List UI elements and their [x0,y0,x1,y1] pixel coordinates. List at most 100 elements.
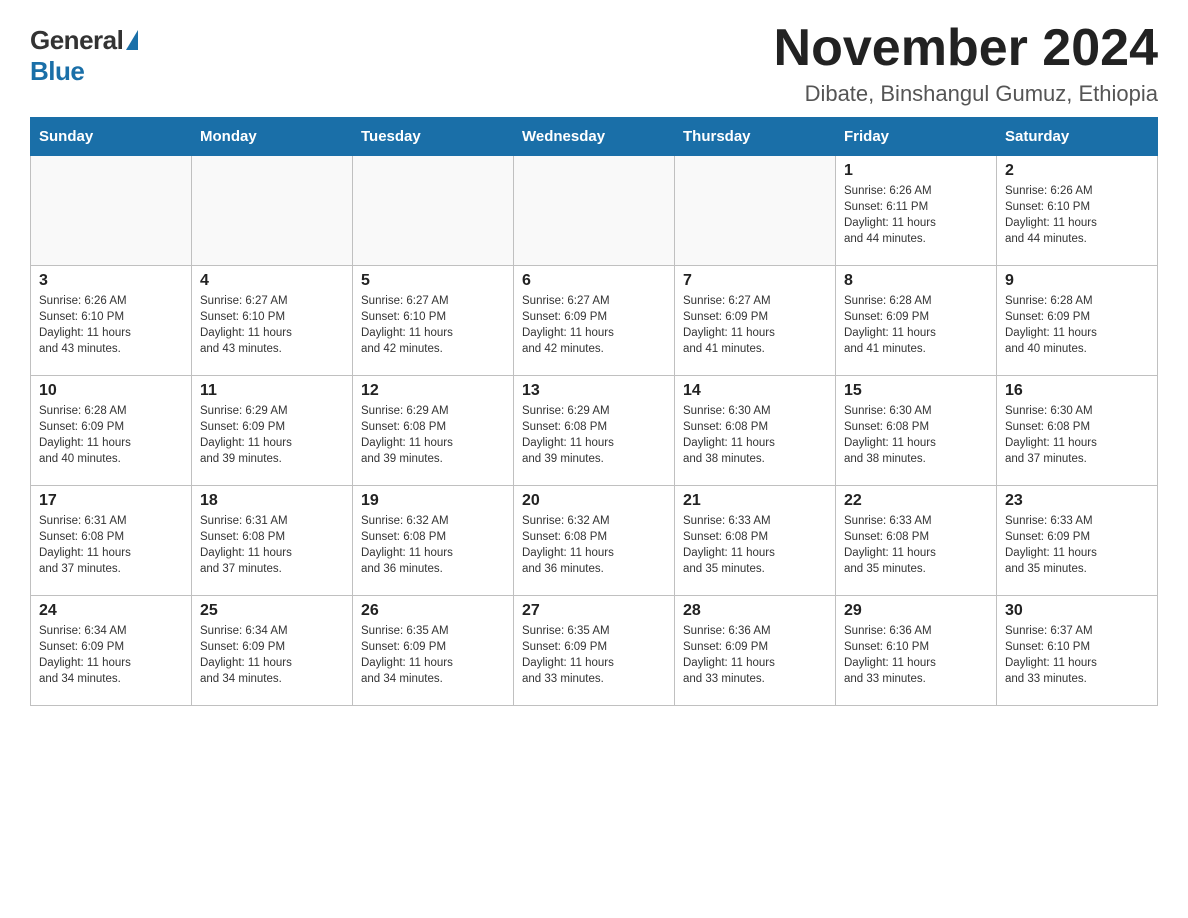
calendar-cell: 23Sunrise: 6:33 AM Sunset: 6:09 PM Dayli… [997,486,1158,596]
day-info: Sunrise: 6:28 AM Sunset: 6:09 PM Dayligh… [39,403,183,467]
logo: General Blue [30,20,138,87]
calendar-header-wednesday: Wednesday [514,118,675,156]
calendar-cell: 25 Sunrise: 6:34 AM Sunset: 6:09 PM Dayli… [192,596,353,706]
calendar-week-row: 10 Sunrise: 6:28 AM Sunset: 6:09 PM Dayli… [31,376,1158,486]
calendar-week-row: 24 Sunrise: 6:34 AM Sunset: 6:09 PM Dayli… [31,596,1158,706]
calendar-header-monday: Monday [192,118,353,156]
day-number: 2 [1005,162,1149,180]
day-info: Sunrise: 6:36 AM Sunset: 6:09 PM Dayligh… [683,623,827,687]
calendar-header-thursday: Thursday [675,118,836,156]
calendar-header-sunday: Sunday [31,118,192,156]
calendar-cell: 21 Sunrise: 6:33 AM Sunset: 6:08 PM Dayli… [675,486,836,596]
day-info: Sunrise: 6:30 AM Sunset: 6:08 PM Dayligh… [1005,403,1149,467]
calendar-cell: 4Sunrise: 6:27 AM Sunset: 6:10 PM Daylig… [192,266,353,376]
day-info: Sunrise: 6:28 AM Sunset: 6:09 PM Dayligh… [844,293,988,357]
day-number: 28 [683,602,827,620]
day-number: 11 [200,382,344,400]
calendar-cell [31,156,192,266]
calendar-cell: 6 Sunrise: 6:27 AM Sunset: 6:09 PM Daylig… [514,266,675,376]
calendar-cell: 12 Sunrise: 6:29 AM Sunset: 6:08 PM Dayli… [353,376,514,486]
day-info: Sunrise: 6:33 AM Sunset: 6:08 PM Dayligh… [683,513,827,577]
day-info: Sunrise: 6:29 AM Sunset: 6:08 PM Dayligh… [361,403,505,467]
calendar-cell: 7 Sunrise: 6:27 AM Sunset: 6:09 PM Daylig… [675,266,836,376]
calendar-week-row: 17 Sunrise: 6:31 AM Sunset: 6:08 PM Dayli… [31,486,1158,596]
day-info: Sunrise: 6:27 AM Sunset: 6:09 PM Dayligh… [683,293,827,357]
calendar-cell: 8 Sunrise: 6:28 AM Sunset: 6:09 PM Daylig… [836,266,997,376]
calendar-header-row: SundayMondayTuesdayWednesdayThursdayFrid… [31,118,1158,156]
calendar-cell: 16Sunrise: 6:30 AM Sunset: 6:08 PM Dayli… [997,376,1158,486]
day-info: Sunrise: 6:30 AM Sunset: 6:08 PM Dayligh… [844,403,988,467]
calendar-cell [192,156,353,266]
day-info: Sunrise: 6:26 AM Sunset: 6:10 PM Dayligh… [39,293,183,357]
day-number: 24 [39,602,183,620]
day-info: Sunrise: 6:27 AM Sunset: 6:10 PM Dayligh… [200,293,344,357]
calendar-cell: 14 Sunrise: 6:30 AM Sunset: 6:08 PM Dayli… [675,376,836,486]
day-number: 8 [844,272,988,290]
day-info: Sunrise: 6:30 AM Sunset: 6:08 PM Dayligh… [683,403,827,467]
calendar-cell: 9Sunrise: 6:28 AM Sunset: 6:09 PM Daylig… [997,266,1158,376]
day-number: 18 [200,492,344,510]
day-number: 3 [39,272,183,290]
calendar-title: November 2024 [774,20,1158,77]
logo-blue-text: Blue [30,56,84,87]
day-number: 19 [361,492,505,510]
day-info: Sunrise: 6:26 AM Sunset: 6:10 PM Dayligh… [1005,183,1149,247]
day-number: 17 [39,492,183,510]
day-info: Sunrise: 6:35 AM Sunset: 6:09 PM Dayligh… [522,623,666,687]
calendar-cell: 18 Sunrise: 6:31 AM Sunset: 6:08 PM Dayli… [192,486,353,596]
day-number: 29 [844,602,988,620]
day-info: Sunrise: 6:37 AM Sunset: 6:10 PM Dayligh… [1005,623,1149,687]
calendar-cell: 10 Sunrise: 6:28 AM Sunset: 6:09 PM Dayli… [31,376,192,486]
calendar-cell: 3 Sunrise: 6:26 AM Sunset: 6:10 PM Daylig… [31,266,192,376]
calendar-cell: 28 Sunrise: 6:36 AM Sunset: 6:09 PM Dayli… [675,596,836,706]
calendar-cell: 30 Sunrise: 6:37 AM Sunset: 6:10 PM Dayli… [997,596,1158,706]
calendar-cell: 2 Sunrise: 6:26 AM Sunset: 6:10 PM Daylig… [997,156,1158,266]
day-number: 6 [522,272,666,290]
day-info: Sunrise: 6:27 AM Sunset: 6:10 PM Dayligh… [361,293,505,357]
day-info: Sunrise: 6:27 AM Sunset: 6:09 PM Dayligh… [522,293,666,357]
day-info: Sunrise: 6:26 AM Sunset: 6:11 PM Dayligh… [844,183,988,247]
day-info: Sunrise: 6:28 AM Sunset: 6:09 PM Dayligh… [1005,293,1149,357]
day-number: 12 [361,382,505,400]
day-number: 23 [1005,492,1149,510]
day-info: Sunrise: 6:31 AM Sunset: 6:08 PM Dayligh… [39,513,183,577]
calendar-cell: 24Sunrise: 6:34 AM Sunset: 6:09 PM Dayli… [31,596,192,706]
day-number: 14 [683,382,827,400]
calendar-cell: 15Sunrise: 6:30 AM Sunset: 6:08 PM Dayli… [836,376,997,486]
day-number: 1 [844,162,988,180]
day-number: 27 [522,602,666,620]
day-info: Sunrise: 6:32 AM Sunset: 6:08 PM Dayligh… [522,513,666,577]
day-info: Sunrise: 6:36 AM Sunset: 6:10 PM Dayligh… [844,623,988,687]
calendar-cell: 5 Sunrise: 6:27 AM Sunset: 6:10 PM Daylig… [353,266,514,376]
calendar-cell: 29 Sunrise: 6:36 AM Sunset: 6:10 PM Dayli… [836,596,997,706]
day-number: 10 [39,382,183,400]
calendar-cell: 17 Sunrise: 6:31 AM Sunset: 6:08 PM Dayli… [31,486,192,596]
calendar-cell: 19 Sunrise: 6:32 AM Sunset: 6:08 PM Dayli… [353,486,514,596]
day-number: 5 [361,272,505,290]
day-number: 26 [361,602,505,620]
page-header: General Blue November 2024 Dibate, Binsh… [30,20,1158,107]
day-info: Sunrise: 6:32 AM Sunset: 6:08 PM Dayligh… [361,513,505,577]
calendar-cell: 26Sunrise: 6:35 AM Sunset: 6:09 PM Dayli… [353,596,514,706]
calendar-week-row: 1 Sunrise: 6:26 AM Sunset: 6:11 PM Daylig… [31,156,1158,266]
calendar-cell [514,156,675,266]
day-info: Sunrise: 6:29 AM Sunset: 6:08 PM Dayligh… [522,403,666,467]
day-number: 20 [522,492,666,510]
calendar-cell: 20 Sunrise: 6:32 AM Sunset: 6:08 PM Dayli… [514,486,675,596]
day-number: 25 [200,602,344,620]
day-info: Sunrise: 6:34 AM Sunset: 6:09 PM Dayligh… [200,623,344,687]
calendar-cell [675,156,836,266]
calendar-cell: 1 Sunrise: 6:26 AM Sunset: 6:11 PM Daylig… [836,156,997,266]
day-number: 13 [522,382,666,400]
calendar-cell [353,156,514,266]
day-number: 30 [1005,602,1149,620]
day-number: 21 [683,492,827,510]
day-info: Sunrise: 6:31 AM Sunset: 6:08 PM Dayligh… [200,513,344,577]
calendar-cell: 27 Sunrise: 6:35 AM Sunset: 6:09 PM Dayli… [514,596,675,706]
calendar-header-tuesday: Tuesday [353,118,514,156]
logo-general-text: General [30,25,123,56]
calendar-cell: 13 Sunrise: 6:29 AM Sunset: 6:08 PM Dayli… [514,376,675,486]
day-number: 7 [683,272,827,290]
calendar-subtitle: Dibate, Binshangul Gumuz, Ethiopia [774,81,1158,107]
calendar-cell: 22Sunrise: 6:33 AM Sunset: 6:08 PM Dayli… [836,486,997,596]
